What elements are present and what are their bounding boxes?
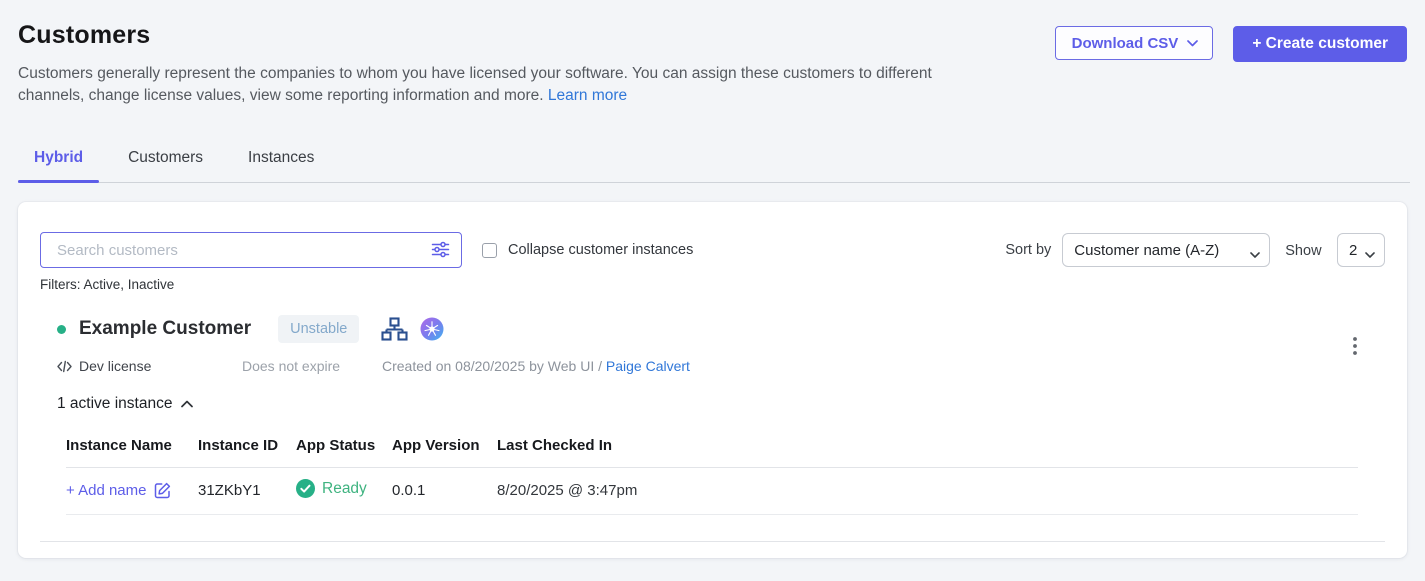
customer-header: Example Customer Unstable — [40, 315, 1385, 343]
customer-menu-kebab-icon[interactable] — [1349, 335, 1361, 362]
sitemap-icon — [381, 317, 408, 342]
license-row: Dev license Does not expire Created on 0… — [40, 358, 1385, 374]
created-info: Created on 08/20/2025 by Web UI / Paige … — [382, 358, 690, 374]
collapse-instances-checkbox[interactable] — [482, 243, 497, 258]
active-filters-note: Filters: Active, Inactive — [40, 277, 1385, 292]
column-header-instance-id: Instance ID — [198, 437, 296, 454]
edit-icon — [154, 482, 171, 499]
sort-select[interactable]: Customer name (A-Z) — [1062, 233, 1270, 267]
column-header-last-checked-in: Last Checked In — [497, 437, 1358, 454]
filter-sliders-icon[interactable] — [431, 241, 450, 263]
tab-instances[interactable]: Instances — [232, 141, 330, 182]
customer-type-icons — [381, 317, 444, 342]
show-select[interactable]: 20 — [1337, 233, 1385, 267]
collapse-instances-control[interactable]: Collapse customer instances — [482, 242, 693, 258]
add-name-button[interactable]: + Add name — [66, 482, 198, 499]
last-checked-in-cell: 8/20/2025 @ 3:47pm — [497, 482, 1358, 499]
create-customer-label: + Create customer — [1252, 35, 1388, 53]
download-csv-label: Download CSV — [1072, 35, 1179, 52]
instance-id-cell: 31ZKbY1 — [198, 482, 296, 499]
page-description: Customers generally represent the compan… — [18, 63, 983, 107]
show-label: Show — [1285, 243, 1321, 259]
create-customer-button[interactable]: + Create customer — [1233, 26, 1407, 62]
sort-select-wrap: Customer name (A-Z) — [1062, 233, 1270, 267]
kubernetes-icon — [420, 317, 444, 341]
app-status-label: Ready — [322, 480, 367, 498]
collapse-instances-label: Collapse customer instances — [508, 242, 693, 258]
tab-customers[interactable]: Customers — [112, 141, 219, 182]
page-description-text: Customers generally represent the compan… — [18, 65, 932, 104]
sort-by-label: Sort by — [1005, 242, 1051, 258]
chevron-down-icon — [1187, 40, 1198, 47]
instances-summary: 1 active instance — [57, 395, 172, 413]
tab-hybrid[interactable]: Hybrid — [18, 141, 99, 182]
show-group: Show 20 — [1285, 233, 1385, 267]
license-type: Dev license — [57, 358, 242, 374]
list-controls: Sort by Customer name (A-Z) Show 20 — [1005, 233, 1385, 267]
search-input[interactable] — [40, 232, 462, 268]
column-header-instance-name: Instance Name — [66, 437, 198, 454]
card-bottom-divider — [40, 541, 1385, 542]
active-status-dot — [57, 325, 66, 334]
download-csv-button[interactable]: Download CSV — [1055, 26, 1214, 60]
show-select-wrap: 20 — [1337, 233, 1385, 267]
channel-badge: Unstable — [278, 315, 359, 343]
app-status-cell: Ready — [296, 479, 392, 498]
column-header-app-version: App Version — [392, 437, 497, 454]
instances-toggle[interactable]: 1 active instance — [40, 395, 1385, 413]
header-actions: Download CSV + Create customer — [1055, 26, 1407, 62]
tab-bar: Hybrid Customers Instances — [18, 141, 1410, 183]
customer-name[interactable]: Example Customer — [79, 318, 251, 340]
customers-panel: Collapse customer instances Sort by Cust… — [18, 202, 1407, 558]
table-row: + Add name 31ZKbY1 Ready 0. — [66, 468, 1358, 515]
license-type-label: Dev license — [79, 358, 151, 374]
column-header-app-status: App Status — [296, 437, 392, 454]
created-by-link[interactable]: Paige Calvert — [606, 358, 690, 374]
check-circle-icon — [296, 479, 315, 498]
table-header-row: Instance Name Instance ID App Status App… — [66, 437, 1358, 468]
license-expiry: Does not expire — [242, 358, 382, 374]
add-name-label: + Add name — [66, 482, 146, 499]
search-wrap — [40, 232, 462, 268]
learn-more-link[interactable]: Learn more — [548, 87, 627, 104]
instances-table: Instance Name Instance ID App Status App… — [66, 437, 1358, 515]
app-version-cell: 0.0.1 — [392, 482, 497, 499]
code-icon — [57, 360, 72, 373]
chevron-up-icon — [181, 400, 193, 408]
page-header: Customers Customers generally represent … — [0, 0, 1425, 107]
toolbar: Collapse customer instances Sort by Cust… — [40, 232, 1385, 268]
created-text: Created on 08/20/2025 by Web UI / — [382, 358, 602, 374]
